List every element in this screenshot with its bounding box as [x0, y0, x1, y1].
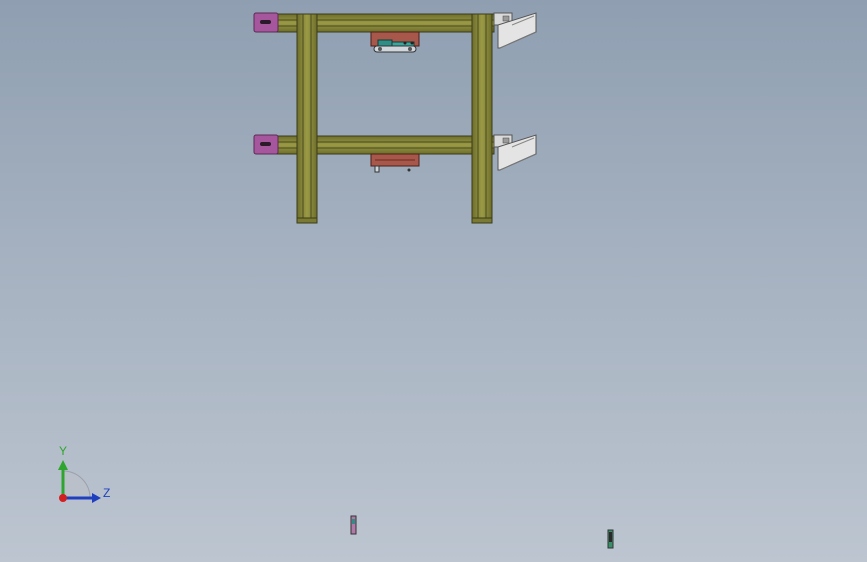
small-part-left[interactable]: [350, 515, 357, 535]
triad-plane-indicator: [62, 470, 91, 499]
middle-left-end-plate[interactable]: [253, 134, 279, 155]
right-vertical-post[interactable]: [471, 13, 493, 224]
triad-origin: [59, 494, 67, 502]
orientation-triad: [58, 460, 101, 503]
middle-right-bracket[interactable]: [493, 134, 537, 171]
z-axis-label: Z: [103, 486, 111, 500]
model-view[interactable]: [0, 0, 867, 562]
z-axis-arrowhead: [92, 493, 101, 503]
graphics-viewport[interactable]: Y Z: [0, 0, 867, 562]
middle-clamp-assembly[interactable]: [370, 153, 420, 173]
y-axis-arrowhead: [58, 460, 68, 470]
top-clamp-assembly[interactable]: [370, 31, 420, 53]
top-right-bracket[interactable]: [493, 12, 537, 49]
left-vertical-post[interactable]: [296, 13, 318, 224]
y-axis-label: Y: [59, 444, 68, 458]
top-left-end-plate[interactable]: [253, 12, 279, 33]
small-part-right[interactable]: [607, 529, 614, 549]
